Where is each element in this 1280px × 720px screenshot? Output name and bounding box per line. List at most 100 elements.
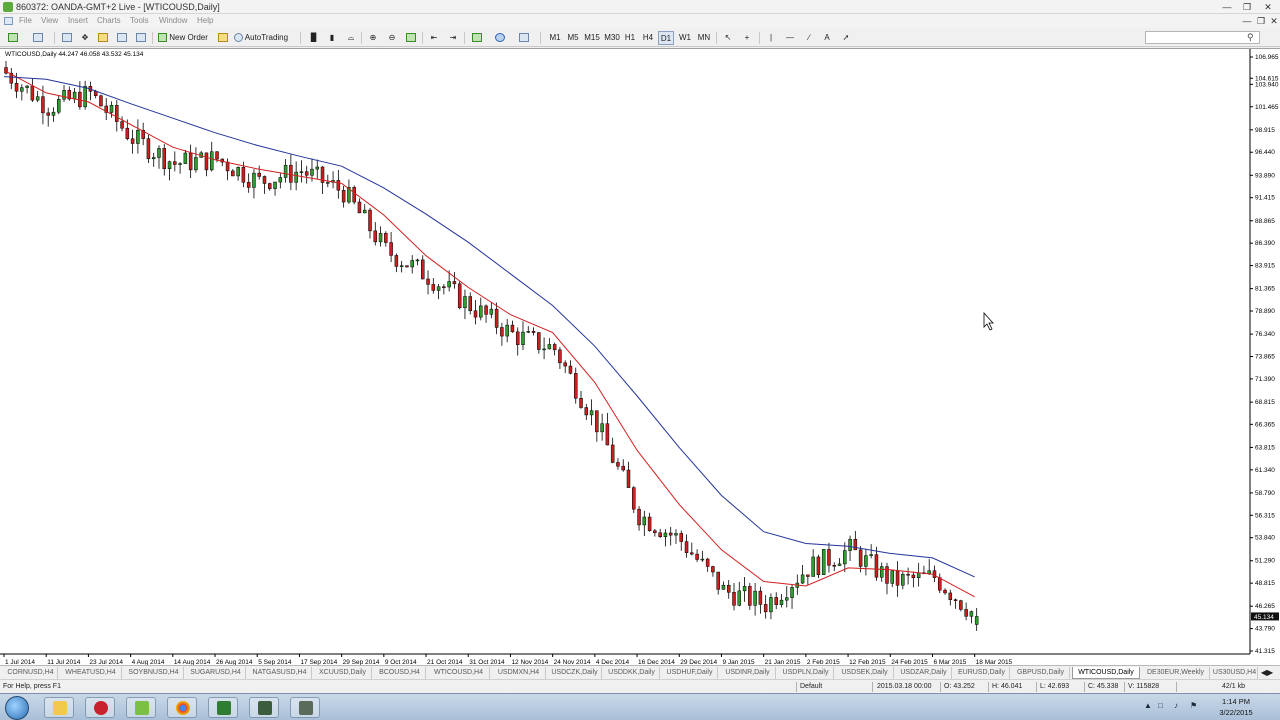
tab-usdzar-daily[interactable]: USDZAR,Daily: [896, 667, 952, 679]
tab-usdsek-daily[interactable]: USDSEK,Daily: [836, 667, 894, 679]
tab-usdhuf-daily[interactable]: USDHUF,Daily: [662, 667, 718, 679]
tab-usdczk-daily[interactable]: USDCZK,Daily: [548, 667, 602, 679]
tab-bcousd-h4[interactable]: BCOUSD,H4: [374, 667, 426, 679]
taskbar-pinterest[interactable]: [85, 697, 115, 718]
taskbar-metatrader[interactable]: [208, 697, 238, 718]
tab-gbpusd-daily[interactable]: GBPUSD,Daily: [1012, 667, 1070, 679]
tester-icon[interactable]: [134, 31, 148, 45]
timeframe-w1-button[interactable]: W1: [677, 31, 693, 45]
candle-body: [231, 170, 235, 177]
menu-window[interactable]: Window: [159, 14, 187, 28]
horizontal-line-icon[interactable]: —: [783, 31, 797, 45]
timeframe-h4-button[interactable]: H4: [640, 31, 656, 45]
tab-usdinr-daily[interactable]: USDINR,Daily: [720, 667, 776, 679]
timeframe-h1-button[interactable]: H1: [622, 31, 638, 45]
zoom-out-icon[interactable]: ⊖: [385, 31, 399, 45]
timeframe-m15-button[interactable]: M15: [583, 31, 601, 45]
line-chart-icon[interactable]: ⌓: [344, 31, 358, 45]
tab-soybnusd-h4[interactable]: SOYBNUSD,H4: [124, 667, 184, 679]
timeframe-m30-button[interactable]: M30: [603, 31, 621, 45]
new-chart-icon[interactable]: [6, 31, 20, 45]
chart-shift-icon[interactable]: ⇥: [446, 31, 460, 45]
taskbar-app-green[interactable]: [126, 697, 156, 718]
taskbar-metatrader-3[interactable]: [290, 697, 320, 718]
candle-body: [72, 91, 77, 100]
zoom-in-icon[interactable]: ⊕: [366, 31, 380, 45]
taskbar-clock[interactable]: 1:14 PM 3/22/2015: [1214, 696, 1258, 718]
candle-body: [468, 296, 472, 312]
market-watch-icon[interactable]: [60, 31, 74, 45]
menu-charts[interactable]: Charts: [97, 14, 121, 28]
menu-tools[interactable]: Tools: [130, 14, 149, 28]
profiles-icon[interactable]: [31, 31, 45, 45]
cursor-tool-icon[interactable]: ↖: [721, 31, 735, 45]
menu-help[interactable]: Help: [197, 14, 213, 28]
trendline-icon[interactable]: ∕: [802, 31, 816, 45]
price-chart[interactable]: 106.965104.615103.940101.46598.91596.440…: [0, 49, 1280, 666]
candle-body: [125, 127, 130, 140]
candle-body: [473, 310, 478, 318]
minimize-button[interactable]: —: [1218, 1, 1236, 13]
tab-scroll-arrows-icon[interactable]: ◀▶: [1260, 666, 1274, 680]
taskbar-chrome[interactable]: [167, 697, 197, 718]
crosshair-move-icon[interactable]: ✥: [78, 31, 92, 45]
crosshair-tool-icon[interactable]: +: [740, 31, 754, 45]
candle-body: [341, 189, 346, 203]
candle-body: [194, 157, 198, 171]
tab-de30eur-weekly[interactable]: DE30EUR,Weekly: [1142, 667, 1210, 679]
candle-body: [167, 161, 172, 169]
templates-icon[interactable]: [517, 31, 531, 45]
maximize-button[interactable]: ❐: [1238, 1, 1256, 13]
terminal-icon[interactable]: [115, 31, 129, 45]
auto-scroll-icon[interactable]: ⇤: [427, 31, 441, 45]
tray-network-icon[interactable]: □: [1158, 701, 1163, 710]
bar-chart-icon[interactable]: ▉: [307, 31, 321, 45]
periods-icon[interactable]: [493, 31, 507, 45]
tab-wheatusd-h4[interactable]: WHEATUSD,H4: [60, 667, 122, 679]
navigator-icon[interactable]: [96, 31, 110, 45]
tab-eurusd-daily[interactable]: EURUSD,Daily: [954, 667, 1010, 679]
text-tool-icon[interactable]: A: [820, 31, 834, 45]
chart-window[interactable]: 106.965 104.615 103.940 101.465 98.915 96.440…: [0, 48, 1280, 666]
tab-sugarusd-h4[interactable]: SUGARUSD,H4: [186, 667, 246, 679]
tray-volume-icon[interactable]: ♪: [1174, 701, 1178, 710]
new-order-button[interactable]: New Order: [158, 31, 214, 45]
timeframe-m1-button[interactable]: M1: [547, 31, 563, 45]
tab-wticousd-h4[interactable]: WTICOUSD,H4: [428, 667, 490, 679]
taskbar-explorer[interactable]: [44, 697, 74, 718]
candle-body: [93, 91, 98, 96]
timeframe-mn-button[interactable]: MN: [695, 31, 713, 45]
metaeditor-icon[interactable]: [216, 31, 230, 45]
tab-xcuusd-daily[interactable]: XCUUSD,Daily: [314, 667, 372, 679]
tab-usdmxn-h4[interactable]: USDMXN,H4: [492, 667, 546, 679]
candle-body: [20, 87, 24, 92]
candle-body: [278, 177, 283, 183]
child-close-button[interactable]: ✕: [1265, 15, 1280, 27]
tab-wticousd-daily[interactable]: WTICOUSD,Daily: [1072, 667, 1140, 679]
candle-body: [769, 597, 773, 613]
tray-flag-icon[interactable]: ⚑: [1190, 701, 1197, 710]
timeframe-m5-button[interactable]: M5: [565, 31, 581, 45]
candlestick-icon[interactable]: ▮: [325, 31, 339, 45]
timeframe-d1-button[interactable]: D1: [658, 31, 674, 45]
tray-expand-icon[interactable]: ▲: [1144, 701, 1152, 710]
taskbar-metatrader-2[interactable]: [249, 697, 279, 718]
menu-view[interactable]: View: [41, 14, 58, 28]
menu-file[interactable]: File: [19, 14, 32, 28]
vertical-line-icon[interactable]: |: [764, 31, 778, 45]
start-button[interactable]: [5, 696, 29, 720]
arrows-tool-icon[interactable]: ➚: [839, 31, 853, 45]
tab-us30usd-h4[interactable]: US30USD,H4: [1212, 667, 1258, 679]
tile-windows-icon[interactable]: [404, 31, 418, 45]
tab-natgasusd-h4[interactable]: NATGASUSD,H4: [248, 667, 312, 679]
tab-usddkk-daily[interactable]: USDDKK,Daily: [604, 667, 660, 679]
tab-usdpln-daily[interactable]: USDPLN,Daily: [778, 667, 834, 679]
close-button[interactable]: ✕: [1259, 1, 1277, 13]
candle-body: [700, 558, 705, 561]
autotrading-button[interactable]: AutoTrading: [234, 31, 296, 45]
search-icon[interactable]: ⚲: [1247, 32, 1254, 43]
tab-cornusd-h4[interactable]: CORNUSD,H4: [4, 667, 58, 679]
menu-insert[interactable]: Insert: [68, 14, 88, 28]
indicators-icon[interactable]: [470, 31, 484, 45]
search-input[interactable]: [1145, 31, 1260, 44]
